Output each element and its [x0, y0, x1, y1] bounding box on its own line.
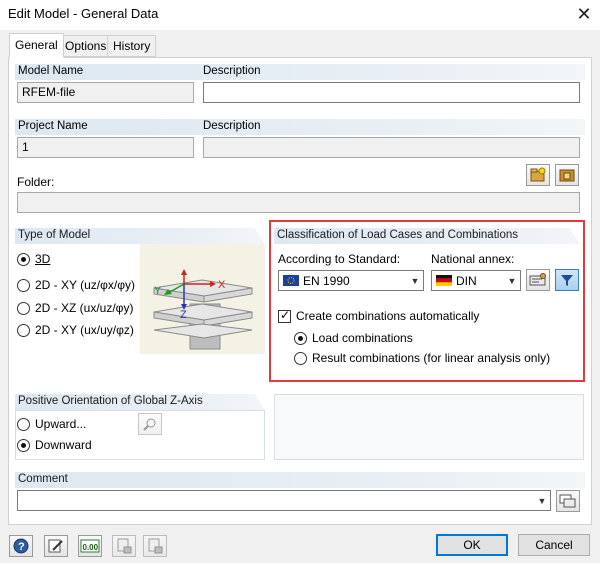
radio-upward[interactable]: Upward...: [17, 417, 86, 431]
radio-indicator: [17, 438, 30, 452]
comment-library-button[interactable]: [556, 490, 580, 512]
close-icon[interactable]: ✕: [572, 3, 596, 25]
new-project-button[interactable]: [526, 164, 550, 186]
project-name-combo[interactable]: 1: [17, 137, 194, 158]
model-name-label: Model Name: [18, 65, 84, 77]
magnifier-icon: [143, 418, 156, 431]
comment-library-icon: [559, 494, 576, 508]
edit-icon: [48, 539, 63, 553]
ok-button[interactable]: OK: [436, 534, 508, 556]
create-combinations-checkbox[interactable]: Create combinations automatically: [278, 308, 479, 323]
edit-button[interactable]: [44, 535, 68, 557]
radio-indicator: [17, 301, 30, 315]
axis-x-label: X: [218, 279, 226, 291]
radio-indicator: [294, 351, 307, 365]
export-button[interactable]: [143, 535, 167, 557]
chevron-down-icon: ▼: [507, 275, 517, 286]
axis-y-label: Y: [154, 285, 162, 297]
window-title: Edit Model - General Data: [8, 6, 159, 21]
standard-label: According to Standard:: [278, 252, 401, 266]
svg-text:0.00: 0.00: [83, 543, 99, 552]
units-icon: 0.00: [80, 539, 100, 553]
folder-field: [17, 192, 580, 213]
radio-downward[interactable]: Downward: [17, 438, 92, 452]
tab-history[interactable]: History: [107, 35, 157, 57]
import-button[interactable]: [112, 535, 136, 557]
radio-result-combinations[interactable]: Result combinations (for linear analysis…: [294, 351, 550, 365]
radio-indicator: [17, 252, 30, 266]
folder-label: Folder:: [17, 175, 55, 189]
svg-text:?: ?: [18, 541, 25, 553]
project-name-label: Project Name: [18, 120, 88, 132]
project-description-label: Description: [203, 120, 261, 132]
cancel-button[interactable]: Cancel: [518, 534, 590, 556]
radio-3d[interactable]: 3D: [17, 252, 50, 266]
radio-indicator: [17, 323, 30, 337]
model-3d-illustration: X Y Z: [153, 269, 253, 350]
model-name-field: RFEM-file: [17, 82, 194, 103]
radio-load-combinations[interactable]: Load combinations: [294, 331, 413, 345]
model-header: [15, 64, 585, 80]
comment-input[interactable]: ▼: [17, 490, 551, 511]
national-annex-label: National annex:: [431, 252, 515, 266]
radio-indicator: [17, 278, 30, 292]
new-project-icon: [530, 167, 546, 182]
empty-groupbox: [274, 394, 584, 460]
standard-select[interactable]: EN 1990 ▼: [278, 270, 424, 291]
help-icon: ?: [13, 538, 29, 554]
eu-flag-icon: [283, 275, 299, 286]
chevron-down-icon: ▼: [537, 495, 547, 506]
model-description-label: Description: [203, 65, 261, 77]
orientation-details-button[interactable]: [138, 413, 162, 435]
chevron-down-icon: ▼: [410, 275, 420, 286]
import-icon: [117, 538, 132, 554]
project-manager-icon: [559, 169, 575, 182]
national-annex-select[interactable]: DIN ▼: [431, 270, 521, 291]
annex-settings-icon: [529, 273, 546, 286]
classification-header: Classification of Load Cases and Combina…: [274, 228, 580, 244]
project-header: [15, 119, 585, 135]
help-button[interactable]: ?: [9, 535, 33, 557]
export-icon: [148, 538, 163, 554]
model-description-input[interactable]: [203, 82, 580, 103]
annex-settings-button[interactable]: [526, 269, 550, 291]
filter-icon: [561, 275, 573, 286]
tab-general[interactable]: General: [9, 33, 64, 58]
model-type-preview: X Y Z: [140, 244, 265, 354]
project-description-field: [203, 137, 580, 158]
filter-button[interactable]: [555, 269, 579, 291]
radio-2d-xz[interactable]: 2D - XZ (ux/uz/φy): [17, 301, 133, 315]
comment-header: Comment: [15, 472, 585, 488]
radio-indicator: [294, 331, 307, 345]
units-button[interactable]: 0.00: [78, 535, 102, 557]
checkbox-indicator: [278, 308, 291, 323]
type-of-model-header: Type of Model: [15, 228, 265, 244]
radio-2d-xy-ux[interactable]: 2D - XY (ux/uy/φz): [17, 323, 134, 337]
germany-flag-icon: [436, 275, 452, 286]
orientation-header: Positive Orientation of Global Z-Axis: [15, 394, 265, 410]
axis-z-label: Z: [180, 309, 187, 321]
radio-2d-xy-uz[interactable]: 2D - XY (uz/φx/φy): [17, 278, 135, 292]
radio-indicator: [17, 417, 30, 431]
tab-options[interactable]: Options: [59, 35, 113, 57]
edit-project-button[interactable]: [555, 164, 579, 186]
